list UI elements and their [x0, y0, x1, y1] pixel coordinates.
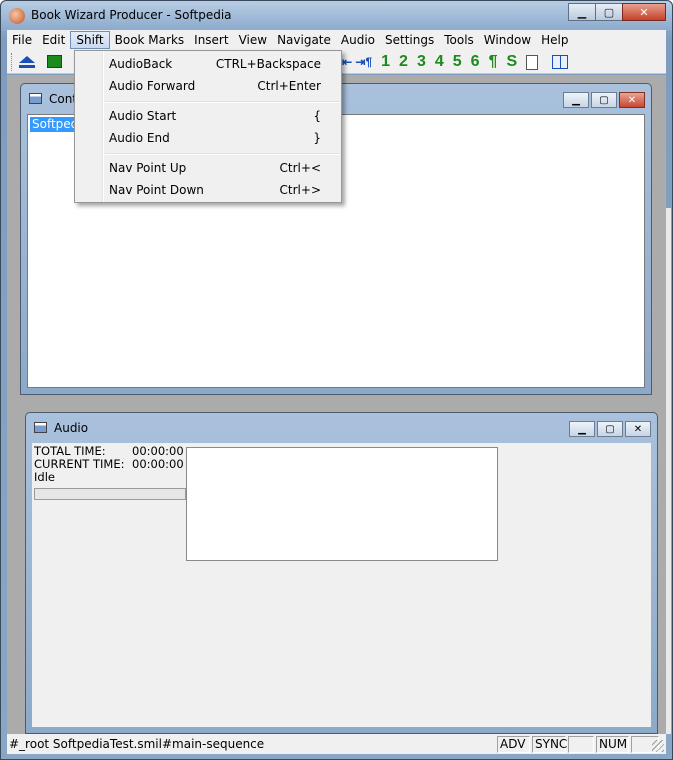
menu-separator: [105, 153, 339, 155]
menu-settings[interactable]: Settings: [380, 31, 439, 49]
audio-info: TOTAL TIME: 00:00:00 CURRENT TIME: 00:00…: [34, 445, 184, 484]
level-4-button[interactable]: 4: [435, 53, 444, 71]
audio-status: Idle: [34, 470, 55, 484]
maximize-icon: ▢: [603, 5, 615, 19]
menu-navigate[interactable]: Navigate: [272, 31, 336, 49]
menu-item-shortcut: Ctrl+<: [279, 161, 321, 175]
menu-item-label: Nav Point Up: [109, 161, 187, 175]
menu-item-shortcut: {: [313, 109, 321, 123]
menu-item-label: Audio Start: [109, 109, 177, 123]
menu-window[interactable]: Window: [479, 31, 536, 49]
contents-window-controls: ▁ ▢ ✕: [563, 92, 645, 108]
menu-nav-point-up[interactable]: Nav Point Up Ctrl+<: [77, 157, 339, 179]
nav-paragraph-button[interactable]: ⇤ ⇥¶: [342, 55, 372, 69]
app-logo-icon: [9, 8, 25, 24]
sidebar-s-button[interactable]: S: [506, 53, 517, 71]
audio-minimize-button[interactable]: ▁: [569, 421, 595, 437]
menu-view[interactable]: View: [234, 31, 272, 49]
menu-item-label: Audio End: [109, 131, 170, 145]
title-bar[interactable]: Book Wizard Producer - Softpedia ▁ ▢ ✕: [1, 1, 672, 31]
contents-window-title: Cont: [49, 92, 78, 106]
menu-edit[interactable]: Edit: [37, 31, 70, 49]
current-time-value: 00:00:00: [132, 457, 184, 471]
vertical-scrollbar[interactable]: [666, 208, 671, 734]
menu-item-shortcut: Ctrl+>: [279, 183, 321, 197]
menu-audio-end[interactable]: Audio End }: [77, 127, 339, 149]
audio-progress-bar[interactable]: [34, 488, 186, 500]
stop-icon[interactable]: [47, 55, 62, 68]
current-time-row: CURRENT TIME: 00:00:00: [34, 458, 184, 471]
window-icon: [29, 93, 42, 104]
audio-body: TOTAL TIME: 00:00:00 CURRENT TIME: 00:00…: [32, 443, 651, 727]
menu-item-shortcut: CTRL+Backspace: [215, 57, 321, 71]
level-3-button[interactable]: 3: [417, 53, 426, 71]
contents-maximize-button[interactable]: ▢: [591, 92, 617, 108]
tree-item-selected[interactable]: Softpedia: [30, 117, 76, 132]
menu-audio[interactable]: Audio: [336, 31, 380, 49]
audio-maximize-button[interactable]: ▢: [597, 421, 623, 437]
menu-separator: [105, 101, 339, 103]
status-sync: SYNC: [532, 736, 567, 753]
menu-help[interactable]: Help: [536, 31, 573, 49]
level-6-button[interactable]: 6: [471, 53, 480, 71]
menu-insert[interactable]: Insert: [189, 31, 233, 49]
menu-book-marks[interactable]: Book Marks: [110, 31, 190, 49]
close-icon: ✕: [633, 423, 643, 435]
toolbar-right-group: ⇤ ⇥¶ 1 2 3 4 5 6 ¶ S: [342, 52, 569, 72]
paragraph-button[interactable]: ¶: [489, 53, 498, 71]
menu-file[interactable]: File: [7, 31, 37, 49]
minimize-icon: ▁: [572, 94, 580, 106]
audio-display-panel[interactable]: [186, 447, 498, 561]
menu-item-shortcut: }: [313, 131, 321, 145]
shift-menu-dropdown: AudioBack CTRL+Backspace Audio Forward C…: [74, 50, 342, 203]
menu-tools[interactable]: Tools: [439, 31, 479, 49]
menu-nav-point-down[interactable]: Nav Point Down Ctrl+>: [77, 179, 339, 201]
menu-audio-start[interactable]: Audio Start {: [77, 105, 339, 127]
status-path: #_root SoftpediaTest.smil#main-sequence: [9, 737, 265, 751]
level-5-button[interactable]: 5: [453, 53, 462, 71]
menu-audio-back[interactable]: AudioBack CTRL+Backspace: [77, 53, 339, 75]
window-title: Book Wizard Producer - Softpedia: [31, 8, 232, 22]
eject-icon[interactable]: [19, 56, 35, 68]
maximize-icon: ▢: [605, 423, 615, 435]
minimize-icon: ▁: [577, 5, 587, 19]
window-controls: ▁ ▢ ✕: [568, 3, 666, 21]
close-icon: ✕: [627, 94, 637, 106]
menu-item-shortcut: Ctrl+Enter: [257, 79, 321, 93]
status-blank: [568, 736, 594, 753]
menu-item-label: Nav Point Down: [109, 183, 204, 197]
menu-bar: File Edit Shift Book Marks Insert View N…: [7, 30, 666, 50]
level-2-button[interactable]: 2: [399, 53, 408, 71]
close-icon: ✕: [639, 5, 649, 19]
minimize-button[interactable]: ▁: [568, 3, 596, 21]
maximize-icon: ▢: [599, 94, 609, 106]
status-bar: #_root SoftpediaTest.smil#main-sequence …: [7, 734, 666, 754]
window-icon: [34, 422, 47, 433]
audio-window-title: Audio: [54, 421, 89, 435]
menu-item-label: Audio Forward: [109, 79, 196, 93]
page-icon[interactable]: [526, 54, 539, 70]
close-button[interactable]: ✕: [622, 3, 666, 21]
audio-window-titlebar[interactable]: Audio ▁ ▢ ✕: [26, 413, 657, 441]
contents-close-button[interactable]: ✕: [619, 92, 645, 108]
maximize-button[interactable]: ▢: [595, 3, 623, 21]
menu-item-label: AudioBack: [109, 57, 173, 71]
audio-status-row: Idle: [34, 471, 184, 484]
menu-shift[interactable]: Shift: [70, 31, 110, 49]
level-1-button[interactable]: 1: [381, 53, 390, 71]
audio-close-button[interactable]: ✕: [625, 421, 651, 437]
resize-grip-icon[interactable]: [652, 740, 664, 752]
contents-minimize-button[interactable]: ▁: [563, 92, 589, 108]
menu-audio-forward[interactable]: Audio Forward Ctrl+Enter: [77, 75, 339, 97]
status-num: NUM: [596, 736, 629, 753]
toolbar-grip[interactable]: [11, 53, 13, 71]
audio-window-controls: ▁ ▢ ✕: [569, 421, 651, 437]
minimize-icon: ▁: [578, 423, 586, 435]
book-icon[interactable]: [552, 55, 569, 69]
audio-window: Audio ▁ ▢ ✕ TOTAL TIME: 00:00:00 CURRENT…: [25, 412, 658, 734]
status-adv: ADV: [497, 736, 530, 753]
